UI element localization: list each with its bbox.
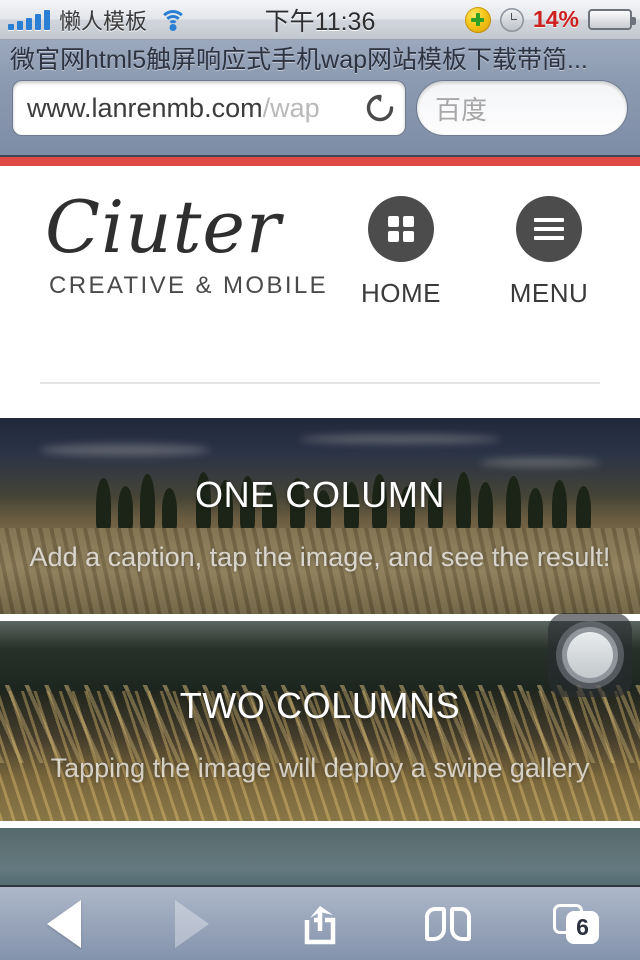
forward-button bbox=[147, 894, 237, 954]
url-text: www.lanrenmb.com/wap bbox=[27, 93, 361, 124]
hero-caption-block: ONE COLUMN Add a caption, tap the image,… bbox=[0, 474, 640, 573]
home-button[interactable] bbox=[368, 196, 434, 262]
hero-two-columns[interactable]: TWO COLUMNS Tapping the image will deplo… bbox=[0, 621, 640, 821]
forward-arrow-icon bbox=[175, 899, 209, 948]
alarm-clock-icon bbox=[499, 7, 524, 32]
status-bar-right: 14% bbox=[464, 6, 636, 33]
hero-caption: Add a caption, tap the image, and see th… bbox=[29, 542, 611, 572]
url-domain: www.lanrenmb.com bbox=[27, 92, 263, 123]
menu-button[interactable] bbox=[516, 196, 582, 262]
section-gap bbox=[0, 614, 640, 621]
nav-item-menu[interactable]: MENU bbox=[502, 196, 596, 309]
battery-icon bbox=[588, 9, 636, 30]
share-button[interactable] bbox=[275, 894, 365, 954]
site-logo[interactable]: Ciuter CREATIVE & MOBILE bbox=[45, 185, 329, 300]
ios-status-bar: 懒人模板 下午11:36 14% bbox=[0, 0, 640, 40]
status-bar-left: 懒人模板 bbox=[8, 4, 188, 36]
cloud bbox=[480, 458, 600, 467]
book-icon bbox=[425, 906, 471, 941]
share-icon bbox=[304, 905, 336, 944]
hero-title: ONE COLUMN bbox=[194, 474, 446, 515]
wifi-icon bbox=[158, 9, 188, 31]
nav-label-menu: MENU bbox=[509, 278, 589, 308]
tabs-icon: 6 bbox=[553, 903, 599, 944]
tab-count-badge: 6 bbox=[566, 910, 599, 944]
tabs-button[interactable]: 6 bbox=[531, 894, 621, 954]
header-divider bbox=[40, 382, 600, 384]
cloud bbox=[40, 444, 210, 456]
section-gap bbox=[0, 821, 640, 828]
address-row: www.lanrenmb.com/wap 百度 bbox=[0, 80, 640, 136]
mobile-screen: 懒人模板 下午11:36 14% 微官网html5触屏响应式手机wap网站模板下… bbox=[0, 0, 640, 960]
back-arrow-icon bbox=[47, 899, 81, 948]
hero-title: TWO COLUMNS bbox=[179, 685, 461, 726]
cloud bbox=[300, 434, 500, 444]
url-input[interactable]: www.lanrenmb.com/wap bbox=[12, 80, 406, 136]
battery-percent-label: 14% bbox=[532, 6, 579, 32]
site-header: Ciuter CREATIVE & MOBILE HOME MENU bbox=[0, 166, 640, 418]
url-path: /wap bbox=[262, 92, 320, 123]
logo-wordmark: Ciuter bbox=[45, 185, 282, 269]
nav-label-home: HOME bbox=[361, 278, 441, 308]
header-nav: HOME MENU bbox=[354, 196, 596, 309]
browser-bottom-toolbar: 6 bbox=[0, 885, 640, 960]
hero-caption: Tapping the image will deploy a swipe ga… bbox=[50, 753, 590, 783]
hamburger-icon bbox=[534, 218, 564, 240]
nav-item-home[interactable]: HOME bbox=[354, 196, 448, 309]
bookmarks-button[interactable] bbox=[403, 894, 493, 954]
hero-third-partial[interactable] bbox=[0, 828, 640, 885]
hero-one-column[interactable]: ONE COLUMN Add a caption, tap the image,… bbox=[0, 418, 640, 614]
page-title: 微官网html5触屏响应式手机wap网站模板下载带简... bbox=[10, 46, 588, 74]
logo-tagline: CREATIVE & MOBILE bbox=[49, 271, 329, 299]
assistive-ring-outer bbox=[556, 621, 624, 689]
signal-strength-icon bbox=[8, 9, 50, 30]
reload-icon[interactable] bbox=[363, 91, 397, 125]
back-button[interactable] bbox=[19, 894, 109, 954]
carrier-label: 懒人模板 bbox=[59, 8, 148, 34]
assistive-core bbox=[567, 632, 613, 678]
assistive-ring-inner bbox=[562, 627, 618, 683]
grid-icon bbox=[388, 216, 414, 242]
accent-bar bbox=[0, 157, 640, 166]
web-page-content: Ciuter CREATIVE & MOBILE HOME MENU ONE C… bbox=[0, 157, 640, 885]
green-plus-icon bbox=[464, 6, 491, 33]
search-input[interactable]: 百度 bbox=[416, 80, 628, 136]
assistive-touch-button[interactable] bbox=[548, 613, 632, 697]
hero-caption-block: TWO COLUMNS Tapping the image will deplo… bbox=[0, 685, 640, 784]
search-placeholder: 百度 bbox=[435, 94, 488, 125]
browser-toolbar: 微官网html5触屏响应式手机wap网站模板下载带简... www.lanren… bbox=[0, 40, 640, 157]
